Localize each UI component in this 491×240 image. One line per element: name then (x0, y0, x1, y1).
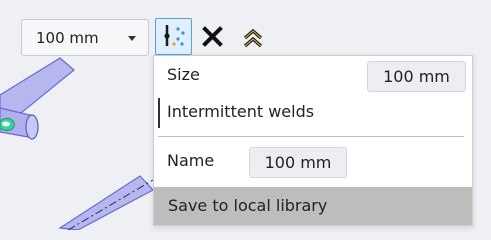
weld-settings-icon (164, 25, 185, 46)
size-dropdown-value: 100 mm (36, 29, 99, 47)
save-to-local-library-button[interactable]: Save to local library (154, 187, 472, 225)
weld-settings-button[interactable] (155, 18, 192, 55)
double-chevron-up-icon (243, 28, 263, 48)
beam-end-cap (25, 114, 39, 140)
size-label: Size (167, 65, 200, 84)
size-dropdown[interactable]: 100 mm (21, 19, 149, 56)
intermittent-welds-label: Intermittent welds (167, 102, 315, 121)
collapse-button[interactable] (239, 20, 269, 54)
name-value-field[interactable]: 100 mm (249, 147, 347, 178)
close-button[interactable] (198, 20, 228, 54)
beam-lower (58, 175, 154, 231)
divider (158, 136, 464, 137)
close-icon (202, 26, 223, 47)
chevron-down-icon (128, 36, 136, 41)
weld-settings-popup: Size 100 mm Intermittent welds Name 100 … (153, 55, 473, 226)
name-label: Name (167, 151, 215, 170)
checkbox-indicator (158, 98, 160, 128)
size-value-field[interactable]: 100 mm (367, 61, 466, 92)
